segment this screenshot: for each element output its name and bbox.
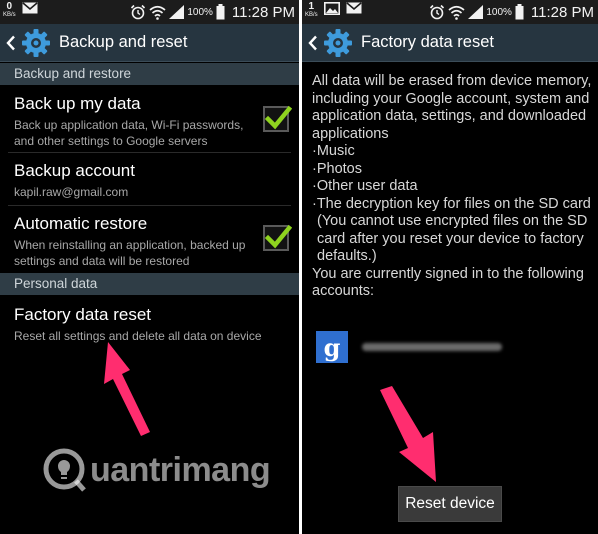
battery-icon xyxy=(216,4,225,20)
pointer-arrow-icon xyxy=(380,386,436,482)
automatic-restore-item[interactable]: Automatic restore When reinstalling an a… xyxy=(0,214,299,269)
watermark-text: uantrimang xyxy=(90,450,271,489)
pointer-arrow-icon xyxy=(104,342,150,436)
wifi-icon xyxy=(149,5,166,20)
factory-data-reset-screen: 1 KB/s 100% 11:28 PM Factory data reset … xyxy=(302,0,598,534)
blurred-account-email xyxy=(362,343,502,351)
encryption-note: (You cannot use encrypted files on the S… xyxy=(317,213,588,264)
signed-in-label: You are currently signed in to the follo… xyxy=(312,265,584,300)
item-title: Back up my data xyxy=(14,94,141,113)
backup-account-email: kapil.raw@gmail.com xyxy=(14,185,129,199)
backup-account-item[interactable]: Backup account kapil.raw@gmail.com xyxy=(0,161,299,200)
mail-icon xyxy=(346,2,362,14)
backup-reset-screen: 0 KB/s 100% 11:28 PM Backup and reset Ba… xyxy=(0,0,299,534)
status-bar: 1 KB/s 100% 11:28 PM xyxy=(302,0,598,24)
section-header-personal-data: Personal data xyxy=(0,273,299,295)
battery-percent: 100% xyxy=(187,6,213,18)
list-item: ·Photos xyxy=(312,160,362,177)
signal-icon xyxy=(468,5,484,19)
net-speed-indicator: 0 KB/s xyxy=(3,1,16,19)
list-item: ·Other user data xyxy=(312,178,418,194)
google-account-icon: g xyxy=(316,331,348,363)
settings-gear-icon[interactable] xyxy=(21,28,51,58)
factory-data-reset-item[interactable]: Factory data reset Reset all settings an… xyxy=(0,305,299,344)
action-bar: Factory data reset xyxy=(302,24,598,62)
reset-device-button[interactable]: Reset device xyxy=(398,486,502,522)
wifi-icon xyxy=(448,5,465,20)
item-summary: Back up application data, Wi-Fi password… xyxy=(14,118,244,148)
settings-gear-icon[interactable] xyxy=(323,28,353,58)
net-speed-unit: KB/s xyxy=(305,12,318,18)
section-header-backup-restore: Backup and restore xyxy=(0,63,299,85)
item-title: Backup account xyxy=(14,161,135,180)
page-title: Backup and reset xyxy=(59,33,188,51)
net-speed-unit: KB/s xyxy=(3,12,16,18)
back-chevron-icon[interactable] xyxy=(305,24,321,62)
divider xyxy=(8,152,291,153)
battery-percent: 100% xyxy=(486,6,512,18)
mail-icon xyxy=(22,2,38,14)
gallery-icon xyxy=(323,2,340,15)
status-clock: 11:28 PM xyxy=(231,3,295,21)
back-chevron-icon[interactable] xyxy=(3,24,19,62)
checkmark-icon xyxy=(264,224,292,249)
checkmark-icon xyxy=(264,105,292,130)
item-summary: When reinstalling an application, backed… xyxy=(14,238,246,268)
erased-items-list: ·Music ·Photos ·Other user data ·The dec… xyxy=(312,143,592,213)
item-title: Factory data reset xyxy=(14,305,152,324)
backup-my-data-item[interactable]: Back up my data Back up application data… xyxy=(0,94,299,149)
alarm-icon xyxy=(430,4,445,20)
signal-icon xyxy=(169,5,185,19)
google-account-row: g xyxy=(316,331,502,363)
status-clock: 11:28 PM xyxy=(530,3,594,21)
reset-warning-text: All data will be erased from device memo… xyxy=(312,73,592,301)
divider xyxy=(8,205,291,206)
bulb-logo-icon xyxy=(43,448,86,492)
list-item: ·The decryption key for files on the SD … xyxy=(312,195,591,212)
page-title: Factory data reset xyxy=(361,33,494,51)
battery-icon xyxy=(515,4,524,20)
reset-intro: All data will be erased from device memo… xyxy=(312,73,592,142)
quantrimang-watermark: uantrimang xyxy=(42,447,271,493)
net-speed-value: 1 xyxy=(308,1,315,12)
item-title: Automatic restore xyxy=(14,214,148,233)
net-speed-value: 0 xyxy=(6,1,13,12)
alarm-icon xyxy=(131,4,146,20)
status-bar: 0 KB/s 100% 11:28 PM xyxy=(0,0,299,24)
automatic-restore-checkbox[interactable] xyxy=(263,224,292,251)
list-item: ·Music xyxy=(312,143,355,159)
backup-data-checkbox[interactable] xyxy=(263,105,292,132)
action-bar: Backup and reset xyxy=(0,24,299,62)
net-speed-indicator: 1 KB/s xyxy=(305,1,318,19)
